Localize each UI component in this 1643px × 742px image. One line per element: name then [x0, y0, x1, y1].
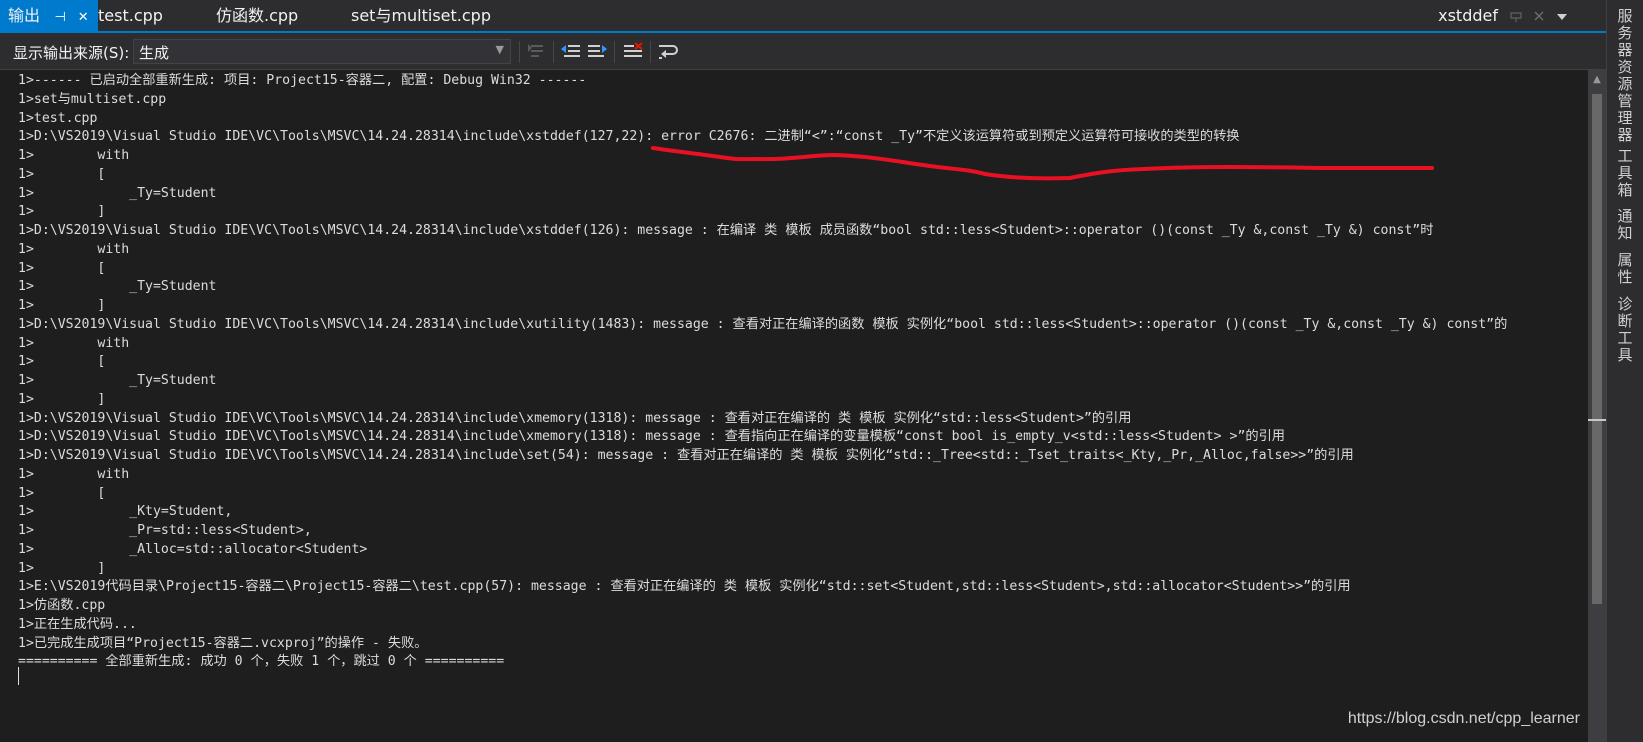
toolbar-separator	[614, 41, 615, 63]
tab-test-cpp[interactable]: test.cpp	[98, 0, 163, 31]
text-caret	[18, 667, 19, 685]
output-line: 1>D:\VS2019\Visual Studio IDE\VC\Tools\M…	[18, 448, 1354, 463]
output-window: 输出 ⊣ ✕ test.cpp 仿函数.cpp set与multiset.cpp…	[0, 0, 1643, 742]
side-tab-server-explorer[interactable]: 服务器资源管理器	[1614, 8, 1636, 144]
tab-xstddef[interactable]: xstddef	[1438, 0, 1498, 31]
output-line: 1> [	[18, 485, 106, 501]
tab-functor-cpp[interactable]: 仿函数.cpp	[216, 0, 298, 31]
toolbar-separator	[519, 41, 520, 63]
tab-label: xstddef	[1438, 6, 1498, 25]
previous-message-icon[interactable]	[560, 41, 582, 63]
close-icon[interactable]	[1533, 10, 1545, 22]
scroll-position-marker	[1588, 419, 1606, 421]
output-line: 1> with	[18, 466, 130, 482]
toolbar-separator	[650, 41, 651, 63]
source-label: 显示输出来源(S):	[13, 44, 130, 62]
document-tab-strip: 输出 ⊣ ✕ test.cpp 仿函数.cpp set与multiset.cpp…	[0, 0, 1606, 33]
output-text-area[interactable]: 1>------ 已启动全部重新生成: 项目: Project15-容器二, 配…	[0, 70, 1588, 742]
side-tab-toolbox[interactable]: 工具箱	[1614, 148, 1636, 199]
tab-label: test.cpp	[98, 6, 163, 25]
output-line: 1>------ 已启动全部重新生成: 项目: Project15-容器二, 配…	[18, 73, 587, 88]
output-line: 1>D:\VS2019\Visual Studio IDE\VC\Tools\M…	[18, 316, 1508, 332]
output-source-value: 生成	[139, 44, 170, 62]
output-line: 1> _Ty=Student	[18, 373, 217, 388]
output-line: 1> _Alloc=std::allocator<Student>	[18, 541, 368, 557]
side-tab-properties[interactable]: 属性	[1614, 252, 1636, 286]
tab-output-label: 输出	[8, 6, 41, 25]
output-line: 1>仿函数.cpp	[18, 598, 106, 613]
output-line: 1> [	[18, 354, 106, 370]
output-line: 1> ]	[18, 298, 106, 313]
pin-icon[interactable]: ⊣	[53, 2, 67, 33]
output-line: 1> with	[18, 148, 130, 163]
pin-icon[interactable]	[1510, 10, 1522, 22]
output-source-select[interactable]: 生成 ▼	[133, 39, 511, 64]
scrollbar-thumb[interactable]	[1592, 94, 1602, 604]
output-line: 1> _Ty=Student	[18, 185, 217, 201]
output-toolbar: 显示输出来源(S): 生成 ▼	[0, 33, 1606, 70]
side-panel: 服务器资源管理器 工具箱 通知 属性 诊断工具	[1606, 0, 1643, 742]
side-tab-notifications[interactable]: 通知	[1614, 208, 1636, 242]
output-line: 1> _Kty=Student,	[18, 504, 233, 520]
output-line: 1> ]	[18, 560, 106, 576]
output-line: 1>set与multiset.cpp	[18, 91, 167, 107]
tab-output[interactable]: 输出 ⊣ ✕	[0, 0, 98, 31]
output-text: 1>------ 已启动全部重新生成: 项目: Project15-容器二, 配…	[18, 72, 1574, 672]
tab-label: 仿函数.cpp	[216, 6, 299, 25]
output-line: 1>D:\VS2019\Visual Studio IDE\VC\Tools\M…	[18, 223, 1434, 238]
scroll-up-icon[interactable]: ▲	[1588, 74, 1606, 85]
output-line: 1> with	[18, 241, 130, 257]
toolbar-separator	[553, 41, 554, 63]
output-line: 1>正在生成代码...	[18, 616, 137, 632]
output-line: 1>D:\VS2019\Visual Studio IDE\VC\Tools\M…	[18, 429, 1285, 445]
toggle-word-wrap-icon[interactable]	[656, 41, 678, 63]
output-line: 1> _Ty=Student	[18, 279, 217, 295]
output-line: 1> with	[18, 335, 130, 351]
chevron-down-icon: ▼	[495, 43, 504, 56]
output-line: 1> _Pr=std::less<Student>,	[18, 523, 312, 538]
side-tab-diagnostic-tools[interactable]: 诊断工具	[1614, 296, 1636, 364]
output-line: 1>E:\VS2019代码目录\Project15-容器二\Project15-…	[18, 579, 1351, 595]
next-message-icon[interactable]	[586, 41, 608, 63]
watermark: https://blog.csdn.net/cpp_learner	[1347, 710, 1580, 727]
clear-all-icon[interactable]	[622, 41, 644, 63]
output-line: 1>test.cpp	[18, 110, 98, 126]
vertical-scrollbar[interactable]: ▲	[1588, 70, 1606, 742]
output-line: ========== 全部重新生成: 成功 0 个，失败 1 个，跳过 0 个 …	[18, 654, 505, 670]
output-line: 1>已完成生成项目“Project15-容器二.vcxproj”的操作 - 失败…	[18, 635, 428, 651]
output-line: 1> ]	[18, 204, 106, 220]
output-line: 1>D:\VS2019\Visual Studio IDE\VC\Tools\M…	[18, 410, 1132, 426]
close-icon[interactable]: ✕	[76, 2, 90, 33]
output-line: 1> [	[18, 260, 106, 276]
dropdown-chevron-icon[interactable]	[1556, 12, 1568, 22]
output-line: 1> ]	[18, 391, 106, 407]
tab-set-multiset-cpp[interactable]: set与multiset.cpp	[351, 0, 491, 31]
find-message-icon[interactable]	[526, 41, 548, 63]
tab-label: set与multiset.cpp	[351, 6, 491, 25]
output-line: 1> [	[18, 166, 106, 182]
output-line: 1>D:\VS2019\Visual Studio IDE\VC\Tools\M…	[18, 129, 1240, 145]
